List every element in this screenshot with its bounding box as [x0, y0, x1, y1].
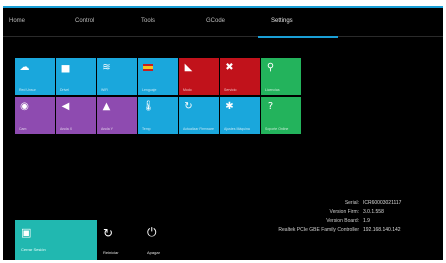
firmware-version-label: Version Firm:	[329, 209, 359, 215]
tile-label: Lenguaje	[142, 88, 157, 92]
tile-axis[interactable]: ◀ Ancla X	[56, 97, 96, 134]
camera-icon: ◉	[20, 101, 29, 112]
shutdown-button[interactable]: ⏻ Apagar	[141, 220, 181, 260]
gear-icon: ✱	[225, 101, 234, 112]
tile-label: Actualizar Firmware	[183, 127, 214, 131]
refresh-icon: ↻	[184, 101, 193, 112]
app-screen: Home Control Tools GCode Settings ☁ Red U…	[3, 6, 443, 260]
tile-label: Ajustes Máquina	[224, 127, 250, 131]
axis-icon: ▲	[102, 101, 111, 112]
tile-label: Servicio	[224, 88, 237, 92]
tile-wifi[interactable]: ≋ WiFi	[97, 58, 137, 95]
tools-icon: ✖	[225, 62, 234, 73]
tile-label: Soporte Online	[265, 127, 289, 131]
tile-label: Cam	[19, 127, 27, 131]
tile-label: Modo	[183, 88, 192, 92]
chart-icon: ◣	[184, 62, 193, 73]
tile-folder[interactable]: ▅ Drivel	[56, 58, 96, 95]
tile-flag[interactable]: Lenguaje	[138, 58, 178, 95]
tile-label: Ancla X	[60, 127, 73, 131]
power-icon: ⏻	[147, 225, 157, 239]
tab-tools[interactable]: Tools	[141, 18, 155, 24]
tile-label: Drivel	[60, 88, 69, 92]
tab-settings[interactable]: Settings	[271, 18, 293, 24]
folder-icon: ▅	[61, 62, 70, 73]
tile-cloud[interactable]: ☁ Red Unsur	[15, 58, 55, 95]
network-adapter-label: Realtek PCIe GBE Family Controller	[278, 227, 359, 233]
tile-chart[interactable]: ◣ Modo	[179, 58, 219, 95]
save-icon: ▣	[21, 226, 32, 239]
nav-active-indicator	[258, 36, 338, 38]
restart-button[interactable]: ↻ Reiniciar	[99, 220, 139, 260]
wifi-icon: ≋	[102, 62, 111, 73]
tile-label: Licencias	[265, 88, 280, 92]
tab-control[interactable]: Control	[75, 18, 94, 24]
nav-bar: Home Control Tools GCode Settings	[3, 14, 443, 36]
tile-label: WiFi	[101, 88, 108, 92]
key-icon: ⚲	[266, 62, 275, 73]
tile-tools[interactable]: ✖ Servicio	[220, 58, 260, 95]
serial-value: ICR60003021117	[363, 200, 402, 206]
thermometer-icon: 🌡	[142, 101, 155, 112]
board-version-label: Version Board:	[326, 218, 359, 224]
tile-label: Ancla Y	[101, 127, 113, 131]
top-accent-line	[3, 6, 443, 8]
serial-label: Serial:	[344, 200, 359, 206]
tile-refresh[interactable]: ↻ Actualizar Firmware	[179, 97, 219, 134]
tile-help[interactable]: ? Soporte Online	[261, 97, 301, 134]
tile-gear[interactable]: ✱ Ajustes Máquina	[220, 97, 260, 134]
tile-thermometer[interactable]: 🌡 Temp	[138, 97, 178, 134]
axis-icon: ◀	[61, 101, 70, 112]
board-version-value: 1.9	[363, 218, 370, 224]
tab-home[interactable]: Home	[9, 18, 25, 24]
firmware-version-value: 3.0.1.558	[363, 209, 384, 215]
nav-divider	[3, 36, 443, 37]
tile-axis[interactable]: ▲ Ancla Y	[97, 97, 137, 134]
tile-camera[interactable]: ◉ Cam	[15, 97, 55, 134]
logout-button[interactable]: ▣ Cerrar Sesión	[15, 220, 97, 260]
ip-address-value: 192.168.140.142	[363, 227, 401, 233]
logout-label: Cerrar Sesión	[21, 247, 46, 252]
shutdown-label: Apagar	[147, 250, 160, 255]
device-info: Serial: ICR60003021117 Version Firm: 3.0.1…	[163, 199, 423, 235]
restart-icon: ↻	[103, 226, 114, 240]
restart-label: Reiniciar	[103, 250, 119, 255]
tab-gcode[interactable]: GCode	[206, 18, 225, 24]
help-icon: ?	[267, 101, 274, 112]
tile-key[interactable]: ⚲ Licencias	[261, 58, 301, 95]
flag-icon	[143, 64, 153, 71]
tile-label: Red Unsur	[19, 88, 36, 92]
tile-label: Temp	[142, 127, 151, 131]
cloud-icon: ☁	[19, 62, 30, 73]
